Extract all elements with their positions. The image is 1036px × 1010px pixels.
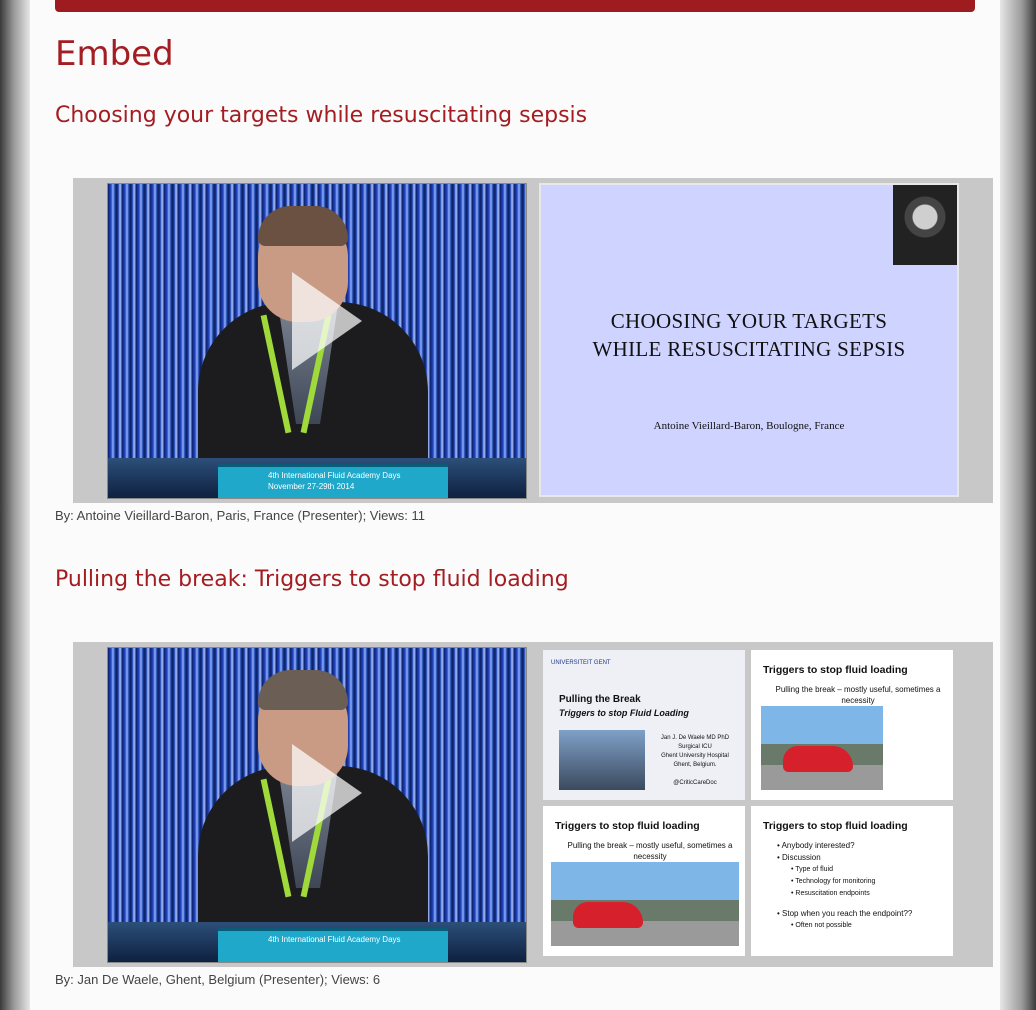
video-title-2[interactable]: Pulling the break: Triggers to stop flui… <box>55 567 569 592</box>
bullet-list: • Anybody interested? • Discussion • Typ… <box>777 840 912 932</box>
presentation-player-2[interactable]: 4th International Fluid Academy Days UNI… <box>73 642 993 967</box>
byline-1: By: Antoine Vieillard-Baron, Paris, Fran… <box>55 508 425 523</box>
thumb-title: Triggers to stop fluid loading <box>763 664 908 676</box>
slide-preview: CHOOSING YOUR TARGETS WHILE RESUSCITATIN… <box>539 183 959 497</box>
page-title: Embed <box>55 34 174 74</box>
video-title-1[interactable]: Choosing your targets while resuscitatin… <box>55 103 587 128</box>
thumb-title: Triggers to stop fluid loading <box>555 820 700 832</box>
slide-thumb-2[interactable]: Triggers to stop fluid loading Pulling t… <box>751 650 953 800</box>
speaker-hair <box>258 670 348 710</box>
university-logo: UNIVERSITEIT GENT <box>551 660 611 666</box>
car-image <box>761 706 883 790</box>
slide-title: CHOOSING YOUR TARGETS WHILE RESUSCITATIN… <box>592 309 906 361</box>
play-icon[interactable] <box>286 266 366 376</box>
thumb-subtitle: Pulling the break – mostly useful, somet… <box>567 841 733 861</box>
play-icon[interactable] <box>286 738 366 848</box>
car-crash-image <box>551 862 739 946</box>
sub-bullet: • Technology for monitoring <box>791 878 876 885</box>
author-info: Jan J. De Waele MD PhD Surgical ICU Ghen… <box>660 735 730 786</box>
thumb-title: Pulling the Break <box>559 694 641 705</box>
thumb-subtitle: Pulling the break – mostly useful, somet… <box>775 685 941 705</box>
bullet: • Discussion <box>777 853 821 862</box>
sub-bullet: • Type of fluid <box>791 866 834 873</box>
portrait-image <box>893 185 957 265</box>
byline-2: By: Jan De Waele, Ghent, Belgium (Presen… <box>55 972 381 987</box>
slide-thumb-1[interactable]: UNIVERSITEIT GENT Pulling the Break Trig… <box>543 650 745 800</box>
slide-thumbnails: UNIVERSITEIT GENT Pulling the Break Trig… <box>543 650 955 958</box>
sub-bullet: • Often not possible <box>791 922 852 929</box>
thumb-subtitle: Triggers to stop Fluid Loading <box>559 708 689 718</box>
slide-thumb-4[interactable]: Triggers to stop fluid loading • Anybody… <box>751 806 953 956</box>
building-image <box>559 730 645 790</box>
video-frame[interactable]: 4th International Fluid Academy Days Nov… <box>107 183 527 499</box>
page-content: Embed Choosing your targets while resusc… <box>30 0 1000 1010</box>
podium-banner: 4th International Fluid Academy Days <box>218 928 448 962</box>
slide-thumb-3[interactable]: Triggers to stop fluid loading Pulling t… <box>543 806 745 956</box>
slide-author: Antoine Vieillard-Baron, Boulogne, Franc… <box>653 420 845 432</box>
sub-bullet: • Resuscitation endpoints <box>791 890 870 897</box>
podium-banner: 4th International Fluid Academy Days Nov… <box>218 464 448 498</box>
video-frame[interactable]: 4th International Fluid Academy Days <box>107 647 527 963</box>
thumb-title: Triggers to stop fluid loading <box>763 820 908 832</box>
speaker-hair <box>258 206 348 246</box>
top-bar <box>55 0 975 12</box>
presentation-player-1[interactable]: 4th International Fluid Academy Days Nov… <box>73 178 993 503</box>
bullet: • Anybody interested? <box>777 841 855 850</box>
bullet: • Stop when you reach the endpoint?? <box>777 909 913 918</box>
